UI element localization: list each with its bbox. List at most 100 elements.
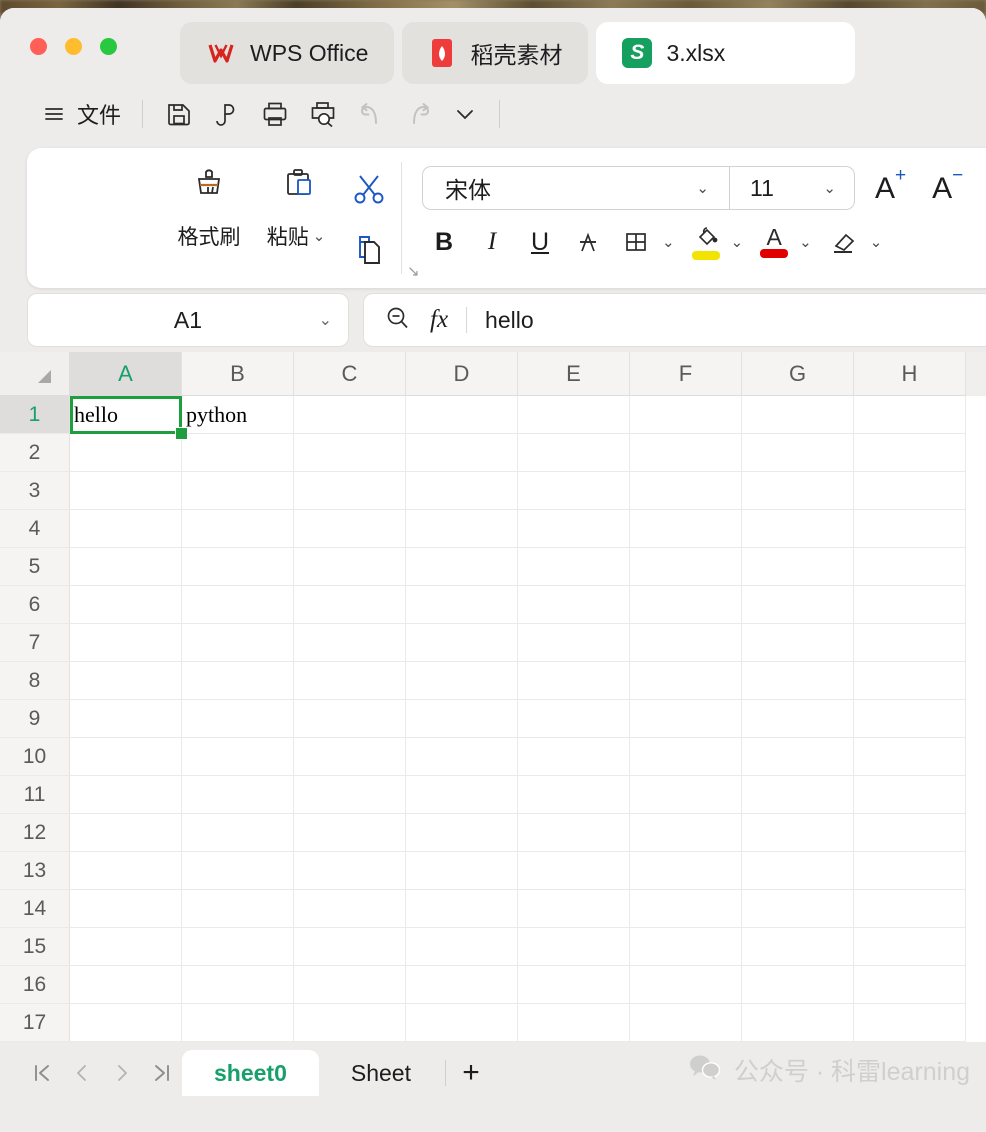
cell-D7[interactable]: [406, 624, 518, 662]
column-header-g[interactable]: G: [742, 352, 854, 396]
cell-A16[interactable]: [70, 966, 182, 1004]
cell-F17[interactable]: [630, 1004, 742, 1042]
cell-B10[interactable]: [182, 738, 294, 776]
cell-C6[interactable]: [294, 586, 406, 624]
redo-button[interactable]: [395, 92, 443, 136]
cell-C9[interactable]: [294, 700, 406, 738]
select-all-corner[interactable]: [0, 352, 70, 396]
bold-button[interactable]: B: [422, 220, 466, 264]
fill-handle[interactable]: [175, 427, 188, 440]
row-header-1[interactable]: 1: [0, 396, 70, 434]
column-header-e[interactable]: E: [518, 352, 630, 396]
cell-C11[interactable]: [294, 776, 406, 814]
cell-H9[interactable]: [854, 700, 966, 738]
export-pdf-button[interactable]: [203, 92, 251, 136]
cell-G14[interactable]: [742, 890, 854, 928]
cell-G6[interactable]: [742, 586, 854, 624]
cell-F9[interactable]: [630, 700, 742, 738]
cell-H1[interactable]: [854, 396, 966, 434]
cell-E5[interactable]: [518, 548, 630, 586]
column-header-b[interactable]: B: [182, 352, 294, 396]
cell-D14[interactable]: [406, 890, 518, 928]
cell-C7[interactable]: [294, 624, 406, 662]
cell-H14[interactable]: [854, 890, 966, 928]
cell-H4[interactable]: [854, 510, 966, 548]
cell-F4[interactable]: [630, 510, 742, 548]
cell-F8[interactable]: [630, 662, 742, 700]
cell-F13[interactable]: [630, 852, 742, 890]
cell-E14[interactable]: [518, 890, 630, 928]
cell-A6[interactable]: [70, 586, 182, 624]
cell-B4[interactable]: [182, 510, 294, 548]
cell-C10[interactable]: [294, 738, 406, 776]
next-sheet-icon[interactable]: [102, 1050, 142, 1096]
cell-H12[interactable]: [854, 814, 966, 852]
cell-F14[interactable]: [630, 890, 742, 928]
cell-D3[interactable]: [406, 472, 518, 510]
cell-D8[interactable]: [406, 662, 518, 700]
add-sheet-button[interactable]: +: [448, 1050, 494, 1096]
cell-A1[interactable]: hello: [70, 396, 182, 434]
row-header-16[interactable]: 16: [0, 966, 70, 1004]
column-header-c[interactable]: C: [294, 352, 406, 396]
magnifier-minus-icon[interactable]: [384, 304, 412, 337]
cell-E3[interactable]: [518, 472, 630, 510]
undo-button[interactable]: [347, 92, 395, 136]
cell-D9[interactable]: [406, 700, 518, 738]
row-header-4[interactable]: 4: [0, 510, 70, 548]
row-header-8[interactable]: 8: [0, 662, 70, 700]
cell-E15[interactable]: [518, 928, 630, 966]
cell-B13[interactable]: [182, 852, 294, 890]
print-preview-button[interactable]: [299, 92, 347, 136]
row-header-15[interactable]: 15: [0, 928, 70, 966]
increase-font-size-button[interactable]: A+: [869, 165, 912, 206]
cell-H2[interactable]: [854, 434, 966, 472]
cells-area[interactable]: hello python: [70, 396, 986, 1042]
cell-C3[interactable]: [294, 472, 406, 510]
format-painter-button[interactable]: 格式刷: [167, 162, 251, 251]
cell-C5[interactable]: [294, 548, 406, 586]
cell-B2[interactable]: [182, 434, 294, 472]
clipboard-expand-icon[interactable]: ↘: [407, 262, 420, 280]
cell-G13[interactable]: [742, 852, 854, 890]
font-size-select[interactable]: 11 ⌄: [730, 175, 854, 202]
cell-E10[interactable]: [518, 738, 630, 776]
cell-E7[interactable]: [518, 624, 630, 662]
cell-H17[interactable]: [854, 1004, 966, 1042]
cell-B6[interactable]: [182, 586, 294, 624]
formula-input[interactable]: fx hello: [363, 293, 986, 347]
cell-D13[interactable]: [406, 852, 518, 890]
cell-A10[interactable]: [70, 738, 182, 776]
print-button[interactable]: [251, 92, 299, 136]
cell-D15[interactable]: [406, 928, 518, 966]
cell-A2[interactable]: [70, 434, 182, 472]
font-name-select[interactable]: 宋体 ⌄: [423, 171, 729, 205]
cell-E8[interactable]: [518, 662, 630, 700]
cell-H5[interactable]: [854, 548, 966, 586]
cell-D11[interactable]: [406, 776, 518, 814]
cut-button[interactable]: [347, 168, 391, 215]
cell-A8[interactable]: [70, 662, 182, 700]
column-header-f[interactable]: F: [630, 352, 742, 396]
cell-C8[interactable]: [294, 662, 406, 700]
more-commands-button[interactable]: [443, 92, 487, 136]
cell-E4[interactable]: [518, 510, 630, 548]
row-header-5[interactable]: 5: [0, 548, 70, 586]
copy-button[interactable]: [347, 229, 391, 276]
cell-D1[interactable]: [406, 396, 518, 434]
column-header-h[interactable]: H: [854, 352, 966, 396]
cell-H6[interactable]: [854, 586, 966, 624]
strikethrough-button[interactable]: [566, 220, 610, 264]
cell-F6[interactable]: [630, 586, 742, 624]
cell-G8[interactable]: [742, 662, 854, 700]
cell-H11[interactable]: [854, 776, 966, 814]
fill-color-chevron-down-icon[interactable]: ⌄: [731, 233, 744, 251]
name-box[interactable]: A1 ⌄: [27, 293, 349, 347]
column-header-a[interactable]: A: [70, 352, 182, 396]
row-header-6[interactable]: 6: [0, 586, 70, 624]
cell-B3[interactable]: [182, 472, 294, 510]
fill-color-button[interactable]: [685, 220, 727, 264]
cell-D10[interactable]: [406, 738, 518, 776]
cell-E16[interactable]: [518, 966, 630, 1004]
cell-H8[interactable]: [854, 662, 966, 700]
